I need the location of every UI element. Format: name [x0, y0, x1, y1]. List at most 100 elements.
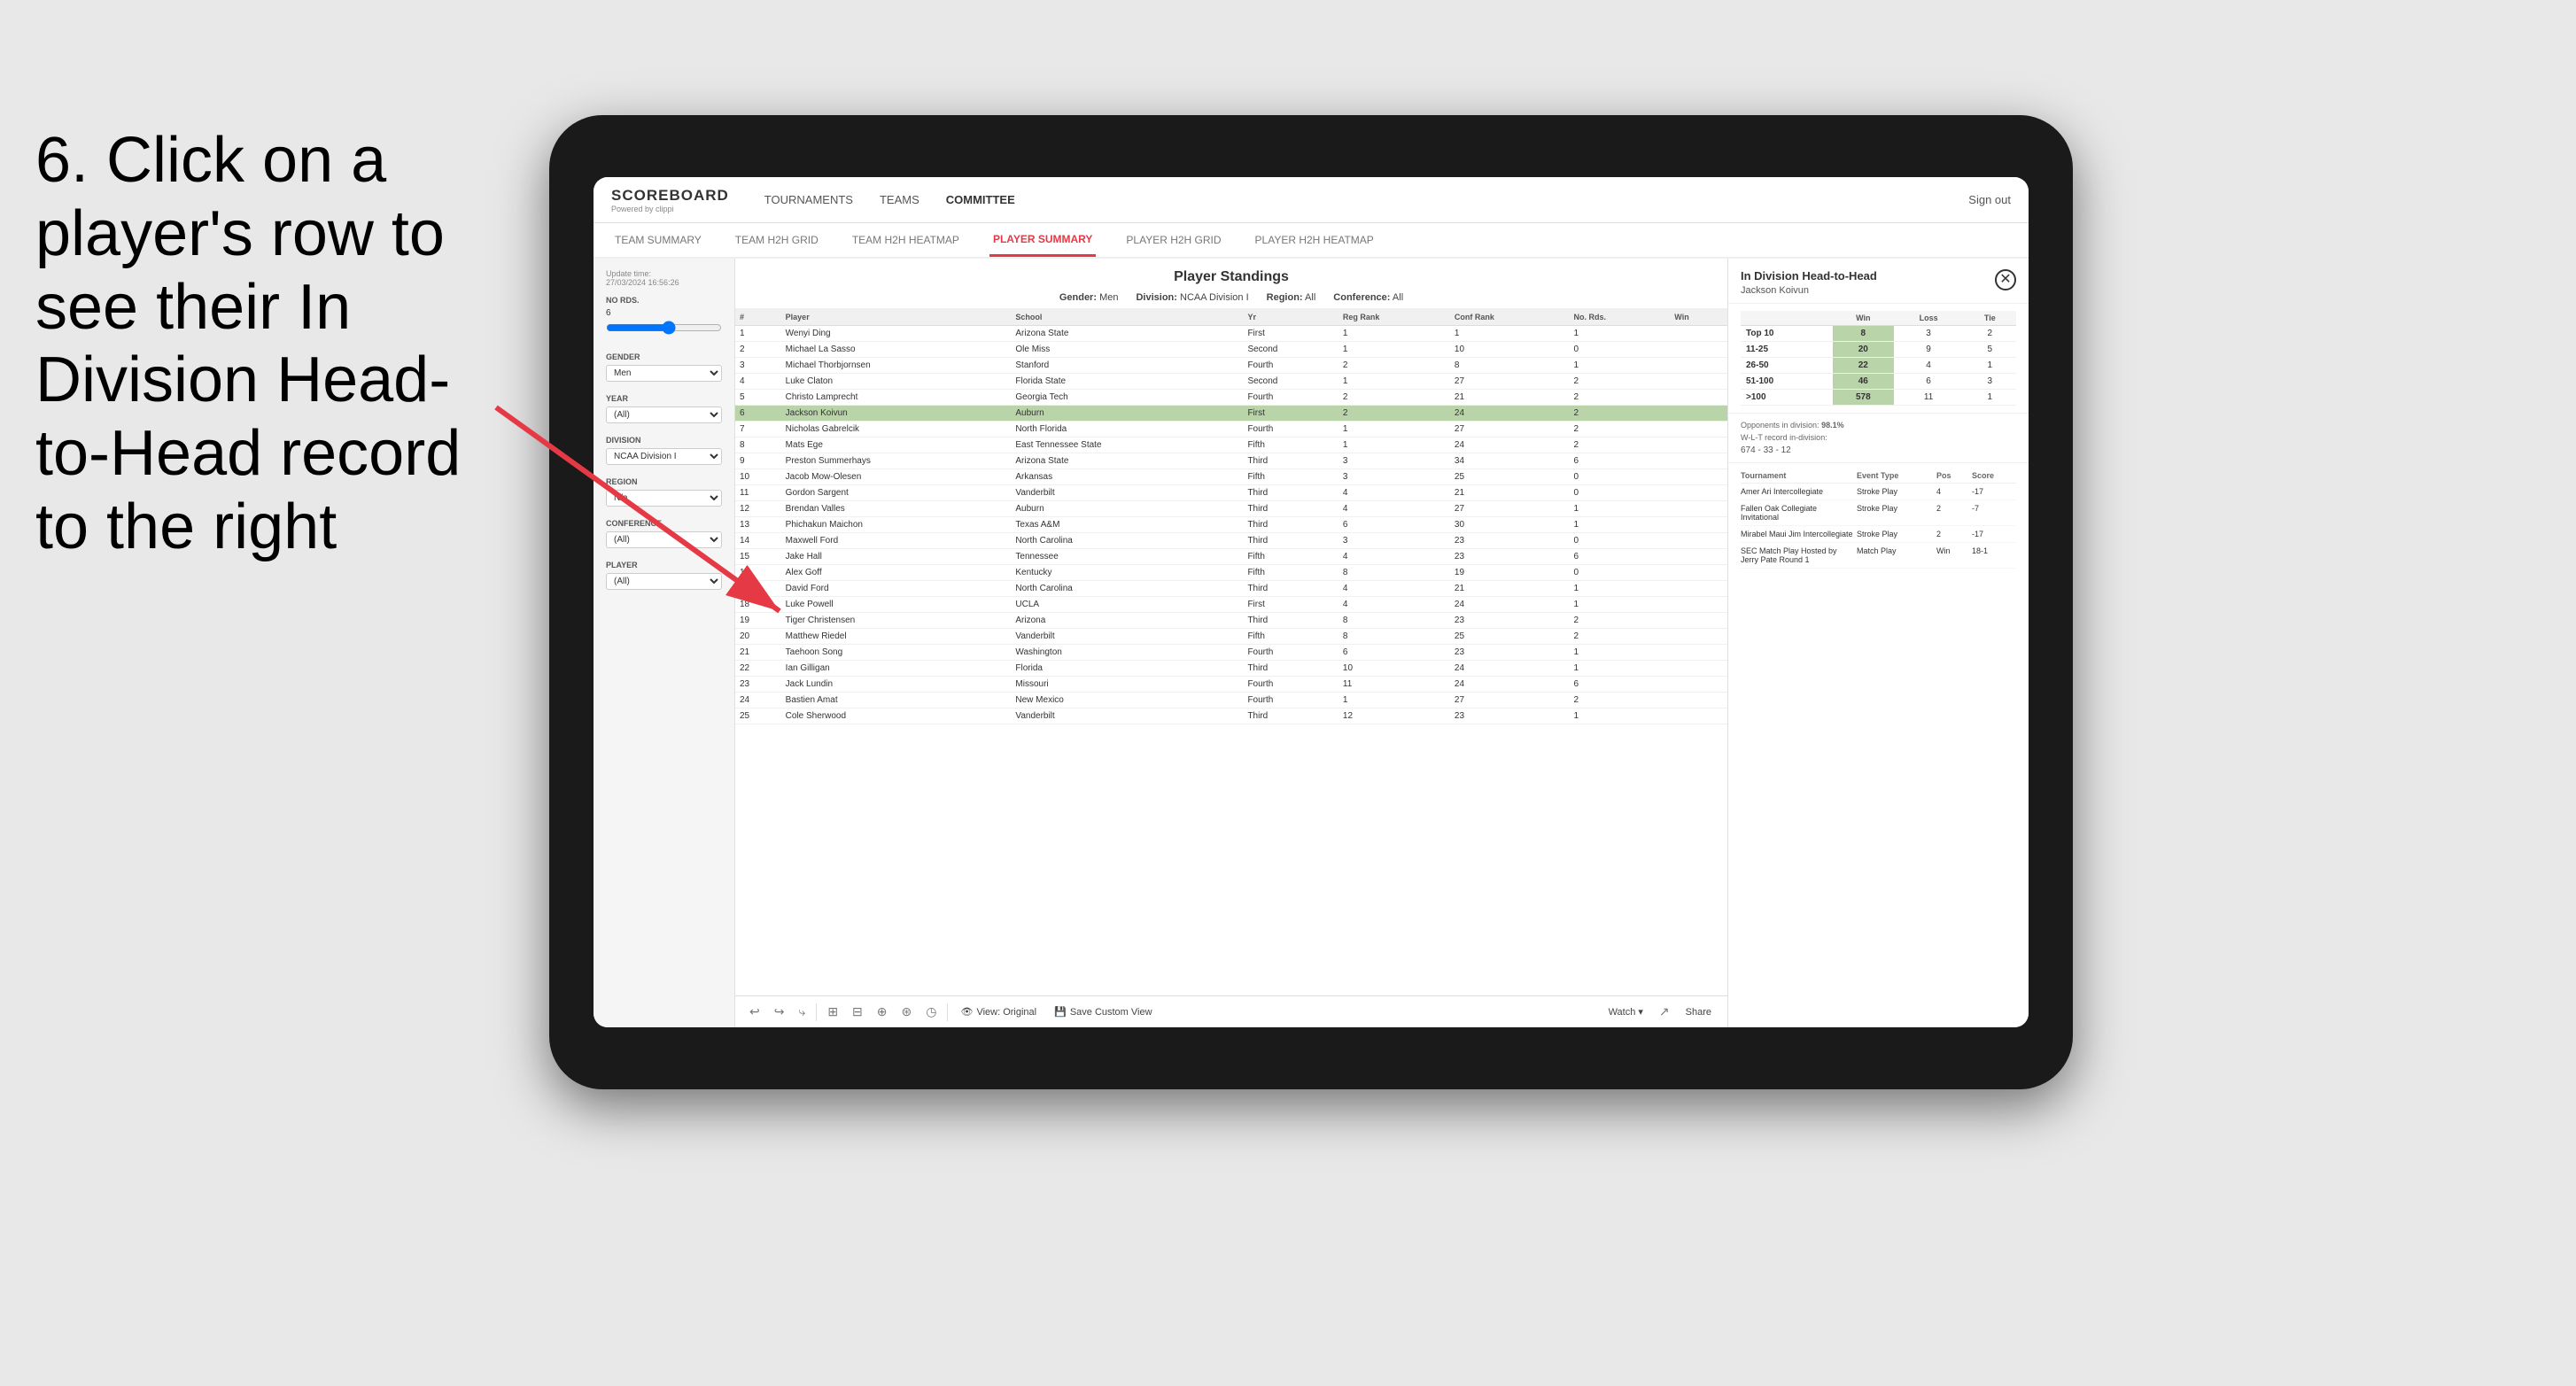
table-row[interactable]: 17 David Ford North Carolina Third 4 21 … — [735, 581, 1727, 597]
tournaments-section: Tournament Event Type Pos Score Amer Ari… — [1728, 463, 2029, 1027]
h2h-table-header: Win Loss Tie — [1741, 311, 2016, 326]
col-school: School — [1011, 309, 1243, 326]
cell-school: East Tennessee State — [1011, 437, 1243, 453]
top-nav-links: TOURNAMENTS TEAMS COMMITTEE — [764, 190, 1969, 210]
clock-button[interactable]: ◷ — [922, 1003, 940, 1021]
tournament-type: Match Play — [1857, 546, 1936, 564]
h2h-range: 26-50 — [1741, 358, 1833, 374]
add-button[interactable]: ⊕ — [873, 1003, 891, 1021]
nav-committee[interactable]: COMMITTEE — [946, 190, 1015, 210]
filter-division: Division: NCAA Division I — [1136, 292, 1248, 303]
cell-player: Luke Claton — [781, 374, 1012, 390]
share-icon[interactable]: ↗ — [1656, 1003, 1673, 1021]
cell-rds: 2 — [1569, 613, 1670, 629]
nav-tournaments[interactable]: TOURNAMENTS — [764, 190, 853, 210]
tournament-pos: Win — [1936, 546, 1972, 564]
cell-conf: 23 — [1450, 549, 1570, 565]
tab-player-summary[interactable]: PLAYER SUMMARY — [989, 223, 1096, 257]
zoom-out-button[interactable]: ⊟ — [849, 1003, 866, 1021]
table-row[interactable]: 19 Tiger Christensen Arizona Third 8 23 … — [735, 613, 1727, 629]
table-row[interactable]: 15 Jake Hall Tennessee Fifth 4 23 6 — [735, 549, 1727, 565]
cell-conf: 21 — [1450, 485, 1570, 501]
cell-rds: 0 — [1569, 533, 1670, 549]
table-row[interactable]: 1 Wenyi Ding Arizona State First 1 1 1 — [735, 326, 1727, 342]
cell-yr: Third — [1243, 708, 1338, 724]
cell-win — [1670, 629, 1727, 645]
table-row[interactable]: 18 Luke Powell UCLA First 4 24 1 — [735, 597, 1727, 613]
cell-reg: 4 — [1338, 549, 1450, 565]
tab-player-h2h-grid[interactable]: PLAYER H2H GRID — [1122, 223, 1224, 257]
forward-button[interactable]: ⤷ — [795, 1003, 809, 1021]
h2h-close-button[interactable]: ✕ — [1995, 269, 2016, 290]
view-original-button[interactable]: 👁 View: Original — [955, 1004, 1042, 1019]
settings-button[interactable]: ⊛ — [898, 1003, 916, 1021]
cell-rds: 1 — [1569, 358, 1670, 374]
table-row[interactable]: 12 Brendan Valles Auburn Third 4 27 1 — [735, 501, 1727, 517]
h2h-table-row: Top 10 8 3 2 — [1741, 326, 2016, 342]
share-button[interactable]: Share — [1680, 1005, 1717, 1019]
table-row[interactable]: 7 Nicholas Gabrelcik North Florida Fourt… — [735, 422, 1727, 437]
table-row[interactable]: 8 Mats Ege East Tennessee State Fifth 1 … — [735, 437, 1727, 453]
table-row[interactable]: 21 Taehoon Song Washington Fourth 6 23 1 — [735, 645, 1727, 661]
cell-school: Vanderbilt — [1011, 629, 1243, 645]
cell-player: Bastien Amat — [781, 693, 1012, 708]
gender-select[interactable]: Men — [606, 365, 722, 382]
save-custom-button[interactable]: 💾 Save Custom View — [1049, 1004, 1157, 1019]
table-row[interactable]: 2 Michael La Sasso Ole Miss Second 1 10 … — [735, 342, 1727, 358]
table-row[interactable]: 16 Alex Goff Kentucky Fifth 8 19 0 — [735, 565, 1727, 581]
table-row[interactable]: 9 Preston Summerhays Arizona State Third… — [735, 453, 1727, 469]
watch-button[interactable]: Watch ▾ — [1603, 1004, 1649, 1019]
cell-school: Arizona State — [1011, 326, 1243, 342]
undo-button[interactable]: ↩ — [746, 1003, 764, 1021]
tab-team-h2h-grid[interactable]: TEAM H2H GRID — [732, 223, 822, 257]
h2h-col-win: Win — [1833, 311, 1894, 326]
cell-conf: 25 — [1450, 629, 1570, 645]
cell-rds: 2 — [1569, 629, 1670, 645]
nav-teams[interactable]: TEAMS — [880, 190, 919, 210]
tournament-name: Amer Ari Intercollegiate — [1741, 487, 1857, 496]
separator-1 — [816, 1003, 817, 1021]
table-row[interactable]: 20 Matthew Riedel Vanderbilt Fifth 8 25 … — [735, 629, 1727, 645]
update-time: Update time: 27/03/2024 16:56:26 — [606, 269, 722, 287]
cell-rds: 1 — [1569, 581, 1670, 597]
cell-reg: 11 — [1338, 677, 1450, 693]
redo-button[interactable]: ↪ — [771, 1003, 788, 1021]
no-rds-slider[interactable] — [606, 318, 722, 337]
table-row[interactable]: 14 Maxwell Ford North Carolina Third 3 2… — [735, 533, 1727, 549]
table-row[interactable]: 10 Jacob Mow-Olesen Arkansas Fifth 3 25 … — [735, 469, 1727, 485]
table-row[interactable]: 13 Phichakun Maichon Texas A&M Third 6 3… — [735, 517, 1727, 533]
cell-win — [1670, 565, 1727, 581]
cell-win — [1670, 406, 1727, 422]
cell-conf: 23 — [1450, 613, 1570, 629]
table-row[interactable]: 11 Gordon Sargent Vanderbilt Third 4 21 … — [735, 485, 1727, 501]
zoom-in-button[interactable]: ⊞ — [824, 1003, 842, 1021]
h2h-tie-val: 1 — [1964, 390, 2016, 406]
h2h-title: In Division Head-to-Head — [1741, 269, 1877, 283]
table-row[interactable]: 22 Ian Gilligan Florida Third 10 24 1 — [735, 661, 1727, 677]
cell-player: David Ford — [781, 581, 1012, 597]
table-row[interactable]: 5 Christo Lamprecht Georgia Tech Fourth … — [735, 390, 1727, 406]
table-row[interactable]: 6 Jackson Koivun Auburn First 2 24 2 — [735, 406, 1727, 422]
cell-rds: 2 — [1569, 406, 1670, 422]
h2h-col-loss: Loss — [1894, 311, 1964, 326]
h2h-table-body: Top 10 8 3 2 11-25 20 9 5 26-50 22 4 1 5… — [1741, 326, 2016, 406]
tab-team-h2h-heatmap[interactable]: TEAM H2H HEATMAP — [849, 223, 963, 257]
tab-player-h2h-heatmap[interactable]: PLAYER H2H HEATMAP — [1252, 223, 1377, 257]
h2h-win-val: 578 — [1833, 390, 1894, 406]
col-rank: # — [735, 309, 781, 326]
cell-school: New Mexico — [1011, 693, 1243, 708]
wlt-record: 674 - 33 - 12 — [1741, 445, 2016, 455]
table-row[interactable]: 4 Luke Claton Florida State Second 1 27 … — [735, 374, 1727, 390]
cell-reg: 1 — [1338, 437, 1450, 453]
sign-out-button[interactable]: Sign out — [1968, 193, 2011, 206]
table-row[interactable]: 24 Bastien Amat New Mexico Fourth 1 27 2 — [735, 693, 1727, 708]
tab-team-summary[interactable]: TEAM SUMMARY — [611, 223, 705, 257]
table-row[interactable]: 3 Michael Thorbjornsen Stanford Fourth 2… — [735, 358, 1727, 374]
cell-yr: Third — [1243, 453, 1338, 469]
cell-yr: First — [1243, 406, 1338, 422]
tournament-type: Stroke Play — [1857, 487, 1936, 496]
cell-school: North Florida — [1011, 422, 1243, 437]
table-row[interactable]: 23 Jack Lundin Missouri Fourth 11 24 6 — [735, 677, 1727, 693]
h2h-range: 11-25 — [1741, 342, 1833, 358]
table-row[interactable]: 25 Cole Sherwood Vanderbilt Third 12 23 … — [735, 708, 1727, 724]
